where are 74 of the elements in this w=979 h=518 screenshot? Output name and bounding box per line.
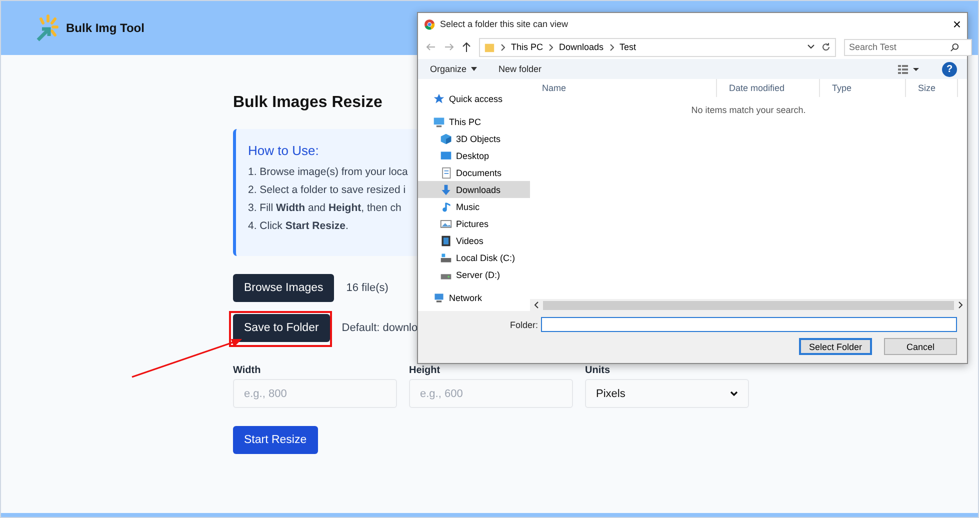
dialog-title: Select a folder this site can view (440, 19, 570, 29)
nav-item[interactable]: Network (418, 289, 530, 306)
empty-message: No items match your search. (691, 105, 806, 115)
help-step: 2. Select a folder to save resized i (248, 184, 406, 196)
units-select[interactable]: Pixels (585, 379, 749, 408)
browser-icon (424, 18, 435, 30)
path-crumb[interactable]: Test (620, 42, 636, 52)
pc-icon (433, 116, 445, 128)
folder-status: Default: downlo (342, 322, 418, 334)
column-header[interactable]: Date modified (717, 79, 820, 97)
dialog-button[interactable]: Cancel (884, 338, 957, 355)
help-step: 4. Click Start Resize. (248, 220, 348, 232)
network-icon (433, 292, 445, 304)
input-field[interactable]: e.g., 800 (233, 379, 397, 408)
page-title: Bulk Images Resize (233, 94, 382, 112)
field-label: Units (585, 365, 610, 376)
new-folder-button[interactable]: New folder (498, 64, 542, 74)
chevron-icon[interactable] (807, 44, 815, 50)
pictures-icon (440, 218, 452, 230)
column-header[interactable]: Name (530, 79, 717, 97)
field-label: Width (233, 365, 261, 376)
path-crumb[interactable]: This PC (511, 42, 544, 52)
input-field[interactable]: e.g., 600 (409, 379, 573, 408)
help-step: 3. Fill Width and Height, then ch (248, 202, 402, 214)
up-icon[interactable] (462, 42, 471, 52)
save-to-folder-button[interactable]: Save to Folder (233, 314, 330, 342)
nav-item[interactable]: 3D Objects (418, 130, 530, 147)
nav-item[interactable]: Documents (418, 164, 530, 181)
folder-field[interactable] (541, 317, 957, 332)
column-header[interactable]: Size (906, 79, 958, 97)
nav-item[interactable]: Desktop (418, 147, 530, 164)
cube-icon (440, 132, 452, 144)
nav-item[interactable]: Music (418, 198, 530, 215)
scroll-right-icon[interactable] (958, 301, 963, 309)
doc-icon (440, 166, 452, 178)
browse-images-button[interactable]: Browse Images (233, 274, 334, 302)
nav-item[interactable]: Quick access (418, 90, 530, 107)
column-header[interactable]: Type (820, 79, 906, 97)
help-button[interactable]: ? (942, 62, 957, 76)
nav-item[interactable]: Downloads (418, 181, 530, 198)
search-field[interactable]: Search Test (844, 38, 972, 56)
organize-menu[interactable]: Organize (430, 64, 477, 74)
field-label: Height (409, 365, 440, 376)
nav-item[interactable]: Pictures (418, 215, 530, 232)
refresh-icon[interactable] (821, 42, 831, 52)
nav-item[interactable]: Videos (418, 232, 530, 249)
nav-item[interactable]: This PC (418, 113, 530, 130)
dialog-button[interactable]: Select Folder (799, 338, 872, 355)
star-icon (433, 92, 445, 104)
address-bar[interactable]: This PC Downloads Test (479, 38, 836, 56)
close-button[interactable]: × (952, 16, 961, 32)
help-title: How to Use: (248, 143, 319, 158)
chevron-icon (730, 390, 738, 396)
chevron-icon (610, 44, 614, 50)
scroll-left-icon[interactable] (534, 301, 539, 309)
help-step: 1. Browse image(s) from your loca (248, 166, 408, 178)
chevron-icon (549, 44, 554, 50)
disk-icon (440, 252, 452, 264)
file-count: 16 file(s) (346, 282, 388, 294)
desktop-icon (440, 150, 452, 162)
nav-item[interactable]: Server (D:) (418, 266, 530, 283)
caret-icon (470, 67, 477, 71)
download-icon (440, 184, 452, 196)
music-icon (440, 200, 452, 212)
brand-name: Bulk Img Tool (66, 21, 144, 35)
folder-label: Folder: (510, 320, 538, 330)
view-options-icon[interactable] (898, 64, 920, 74)
path-crumb[interactable]: Downloads (559, 42, 604, 52)
start-resize-button[interactable]: Start Resize (233, 426, 318, 454)
video-icon (440, 234, 452, 246)
folder-icon (484, 42, 495, 52)
nav-item[interactable]: Local Disk (C:) (418, 249, 530, 266)
chevron-icon (501, 44, 505, 50)
scrollbar-thumb[interactable] (543, 300, 954, 310)
